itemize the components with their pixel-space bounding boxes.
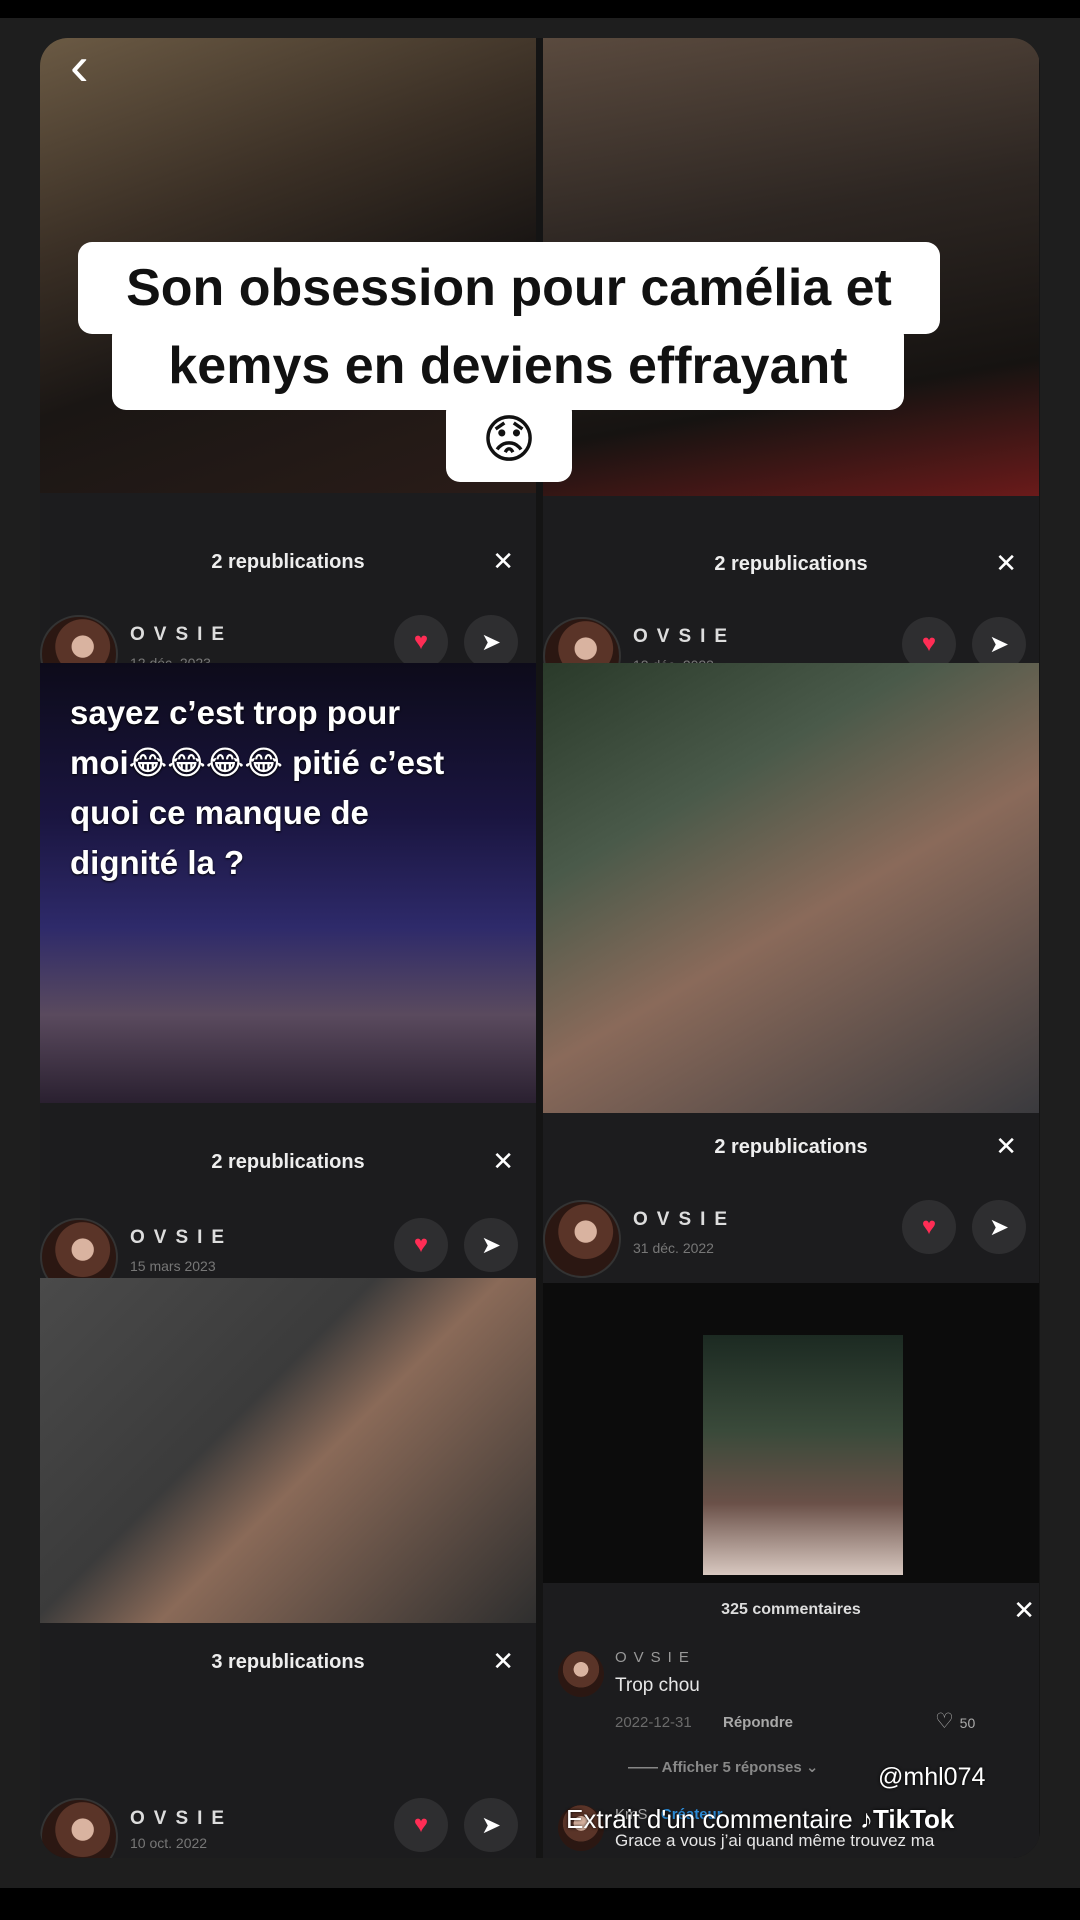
post-thumbnail[interactable] (40, 1278, 536, 1623)
post-thumbnail[interactable]: sayez c’est trop pour moi😂😂😂😂 pitié c’es… (40, 663, 536, 1103)
close-icon[interactable]: ✕ (492, 1646, 514, 1677)
share-icon: ➤ (480, 628, 502, 656)
close-icon[interactable]: ✕ (1013, 1595, 1035, 1626)
overlay-line: dignité la ? (70, 844, 245, 881)
username[interactable]: OVSIE (130, 624, 233, 646)
comment-count: 325 commentaires (721, 1601, 861, 1618)
close-icon[interactable]: ✕ (995, 548, 1017, 579)
like-button[interactable]: ♥ (902, 1200, 956, 1254)
comment-like-button[interactable]: ♡ 50 (935, 1709, 975, 1734)
avatar[interactable] (40, 1798, 118, 1858)
like-button[interactable]: ♥ (394, 615, 448, 669)
screenshot-frame: 2 republications ✕ OVSIE 12 déc. 2023 ♥ … (40, 38, 1040, 1858)
share-icon: ➤ (988, 1213, 1010, 1241)
comment-username[interactable]: OVSIE (615, 1649, 696, 1666)
close-icon[interactable]: ✕ (995, 1131, 1017, 1162)
share-button[interactable]: ➤ (464, 1218, 518, 1272)
like-button[interactable]: ♥ (394, 1218, 448, 1272)
footer-text: Extrait d'un commentaire ♪TikTok (566, 1804, 954, 1835)
share-icon: ➤ (480, 1231, 502, 1259)
comment-text: Trop chou (615, 1675, 700, 1696)
share-button[interactable]: ➤ (972, 1200, 1026, 1254)
like-button[interactable]: ♥ (394, 1798, 448, 1852)
share-button[interactable]: ➤ (464, 1798, 518, 1852)
tiktok-logo-icon: ♪ (859, 1804, 873, 1834)
reply-divider: —— (628, 1759, 662, 1776)
show-replies-button[interactable]: —— Afficher 5 réponses ⌄ (628, 1758, 818, 1776)
overlay-line: moi😂😂😂😂 pitié c’est (70, 744, 445, 781)
heart-icon: ♥ (413, 1811, 429, 1838)
tiktok-brand: TikTok (872, 1804, 955, 1834)
comment-like-count: 50 (959, 1715, 976, 1731)
heart-outline-icon: ♡ (935, 1710, 954, 1733)
overlay-line: sayez c’est trop pour (70, 694, 401, 731)
caption-line-2: kemys en deviens effrayant (112, 322, 904, 410)
share-icon: ➤ (480, 1811, 502, 1839)
creator-handle: @mhl074 (878, 1763, 986, 1791)
republications-label: 2 republications (714, 1136, 868, 1158)
caption-emoji: 😟 (446, 398, 572, 482)
comment-avatar[interactable] (558, 1651, 604, 1697)
video-area[interactable] (543, 1283, 1039, 1583)
comment-date: 2022-12-31 (615, 1714, 692, 1731)
navigation-strip (0, 1888, 1080, 1920)
close-icon[interactable]: ✕ (492, 546, 514, 577)
show-replies-label: Afficher 5 réponses (661, 1759, 802, 1776)
avatar[interactable] (543, 1200, 621, 1278)
video-thumbnail[interactable] (703, 1335, 903, 1575)
username[interactable]: OVSIE (130, 1227, 233, 1249)
post-panel: 2 republications ✕ OVSIE 12 déc. 2023 ♥ … (543, 496, 1039, 695)
overlay-line: quoi ce manque de (70, 794, 369, 831)
republications-label: 2 republications (211, 1151, 365, 1173)
republications-label: 2 republications (714, 553, 868, 575)
share-button[interactable]: ➤ (464, 615, 518, 669)
caption-line-1: Son obsession pour camélia et (78, 242, 940, 334)
chevron-left-icon[interactable]: ‹ (70, 38, 89, 94)
heart-icon: ♥ (921, 630, 937, 657)
post-panel: 2 republications ✕ OVSIE 15 mars 2023 ♥ … (40, 1103, 536, 1296)
username[interactable]: OVSIE (633, 1209, 736, 1231)
footer-label: Extrait d'un commentaire (566, 1804, 853, 1834)
chevron-down-icon: ⌄ (801, 1759, 819, 1776)
post-panel: 3 republications ✕ OVSIE 10 oct. 2022 ♥ … (40, 1623, 536, 1858)
username[interactable]: OVSIE (130, 1808, 233, 1830)
post-thumbnail[interactable] (543, 663, 1039, 1113)
republications-label: 3 republications (211, 1651, 365, 1673)
post-date: 10 oct. 2022 (130, 1835, 208, 1851)
heart-icon: ♥ (413, 1231, 429, 1258)
heart-icon: ♥ (413, 628, 429, 655)
post-panel: 2 republications ✕ OVSIE 12 déc. 2023 ♥ … (40, 493, 536, 693)
status-strip (0, 0, 1080, 18)
share-icon: ➤ (988, 630, 1010, 658)
close-icon[interactable]: ✕ (492, 1146, 514, 1177)
username[interactable]: OVSIE (633, 626, 736, 648)
heart-icon: ♥ (921, 1213, 937, 1240)
image-overlay-text: sayez c’est trop pour moi😂😂😂😂 pitié c’es… (70, 688, 510, 888)
post-date: 15 mars 2023 (130, 1258, 216, 1274)
post-date: 31 déc. 2022 (633, 1240, 714, 1256)
republications-label: 2 republications (211, 551, 365, 573)
reply-button[interactable]: Répondre (723, 1714, 793, 1731)
